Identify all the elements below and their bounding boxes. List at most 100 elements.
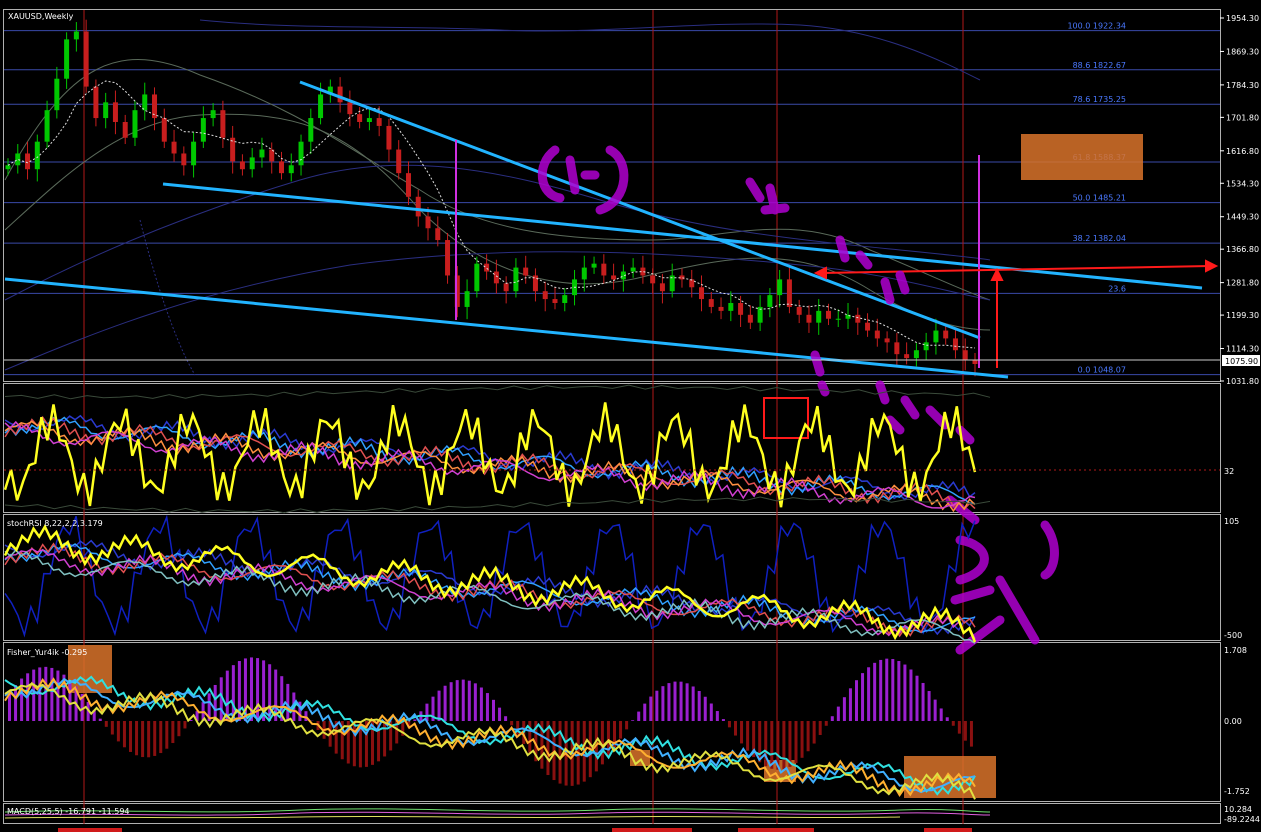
- candle-body: [562, 295, 568, 304]
- fisher-bar: [939, 708, 943, 721]
- candle-body: [357, 114, 363, 123]
- fib-level-label: 78.6 1735.25: [1073, 95, 1126, 104]
- candle-body: [904, 354, 910, 359]
- fisher-bar: [873, 662, 877, 721]
- red-arrows[interactable]: [813, 259, 1219, 368]
- candle-body: [874, 330, 880, 339]
- fisher-bar: [727, 721, 731, 728]
- candle-body: [347, 102, 353, 115]
- fisher-bar: [510, 721, 514, 726]
- fisher-bar: [225, 670, 229, 721]
- main-panel-title: XAUUSD,Weekly: [8, 12, 74, 21]
- candle-body: [913, 350, 919, 359]
- candle-body: [952, 338, 958, 351]
- fisher-bottom-label: -1.752: [1224, 787, 1250, 796]
- fisher-bar: [867, 667, 871, 721]
- macd-lines: [4, 808, 991, 819]
- fisher-bar: [631, 720, 635, 721]
- fisher-bar: [171, 721, 175, 744]
- fisher-bar: [286, 683, 290, 721]
- arrow-head-up: [990, 267, 1004, 281]
- annotation-mark: [810, 350, 975, 445]
- fisher-bar: [673, 681, 677, 721]
- fisher-bar: [721, 719, 725, 721]
- candle-body: [278, 161, 284, 174]
- fisher-bar: [606, 721, 610, 757]
- horizontal-arrow-line: [821, 265, 1211, 274]
- candle-body: [425, 216, 431, 229]
- fisher-bar: [637, 711, 641, 721]
- fisher-bar: [443, 685, 447, 721]
- candle-body: [474, 263, 480, 292]
- candle-body: [396, 149, 402, 174]
- candle-body: [122, 122, 128, 138]
- candle-body: [210, 110, 216, 119]
- stoch-panel-title: stochRSI 8,22,2,2,3.179: [7, 519, 103, 528]
- candle-body: [73, 31, 79, 40]
- stoch-main-line: [3, 524, 977, 643]
- indicator-axis-labels: 32 105 -500 1.708 0.00 -1.752 10.284 -89…: [1224, 467, 1260, 824]
- candle-body: [738, 303, 744, 315]
- candle-body: [142, 94, 148, 111]
- candle-body: [894, 342, 900, 355]
- chart-canvas[interactable]: 100.0 1922.3488.6 1822.6778.6 1735.2561.…: [0, 0, 1261, 832]
- macd-top-label: 10.284: [1224, 805, 1252, 814]
- candle-body: [933, 330, 939, 343]
- fisher-bar: [842, 697, 846, 721]
- macd-panel-frame: [3, 803, 1221, 824]
- candle-body: [54, 78, 60, 111]
- fisher-bar: [824, 721, 828, 726]
- fisher-bar: [957, 721, 961, 734]
- candle-body: [777, 279, 783, 296]
- candle-body: [93, 86, 99, 119]
- candle-body: [767, 295, 773, 307]
- candle-body: [230, 137, 236, 162]
- fisher-bar: [697, 691, 701, 721]
- candle-body: [337, 86, 343, 103]
- fisher-bar: [679, 681, 683, 721]
- fisher-bar: [855, 680, 858, 721]
- fisher-bar: [836, 706, 840, 721]
- fisher-bar: [758, 721, 762, 763]
- trendline-middle: [162, 182, 1203, 290]
- candle-body: [191, 141, 197, 166]
- fisher-bar: [213, 684, 217, 721]
- last-price-label: 1075.90: [1225, 357, 1258, 366]
- time-marker: [738, 828, 814, 832]
- candle-body: [308, 118, 314, 142]
- candle-body: [15, 153, 21, 166]
- time-markers: [58, 828, 972, 832]
- fisher-bar: [818, 721, 822, 735]
- price-tick-label: 1449.30: [1226, 213, 1259, 222]
- candle-body: [220, 110, 226, 138]
- fisher-bar: [969, 721, 973, 747]
- fisher-bar: [703, 696, 707, 721]
- fib-level-label: 100.0 1922.34: [1067, 22, 1126, 31]
- candle-body: [288, 165, 294, 174]
- candle-body: [835, 318, 841, 320]
- price-tick-label: 1534.30: [1226, 179, 1259, 188]
- fisher-bar: [909, 669, 913, 721]
- fisher-bar: [643, 703, 647, 721]
- candle-body: [64, 39, 70, 79]
- fisher-line: [4, 677, 976, 794]
- fisher-bar: [68, 680, 72, 721]
- moving-average-line: [7, 80, 976, 349]
- last-price-tag: 1075.90: [1222, 355, 1260, 366]
- candle-body: [699, 287, 705, 300]
- fisher-line: [4, 682, 976, 800]
- candle-body: [806, 314, 812, 323]
- trendline-upper: [299, 80, 981, 340]
- candle-body: [855, 314, 861, 323]
- candle-body: [405, 173, 411, 197]
- candle-body: [435, 228, 441, 241]
- candle-body: [923, 342, 929, 351]
- trendlines[interactable]: [4, 80, 1203, 379]
- candle-body: [708, 299, 714, 307]
- candle-body: [552, 299, 558, 304]
- fisher-bar: [485, 693, 489, 721]
- fisher-bar: [110, 721, 114, 735]
- rsi-envelope: [4, 496, 991, 514]
- price-tick-label: 1616.80: [1226, 147, 1259, 156]
- fisher-bar: [812, 721, 816, 744]
